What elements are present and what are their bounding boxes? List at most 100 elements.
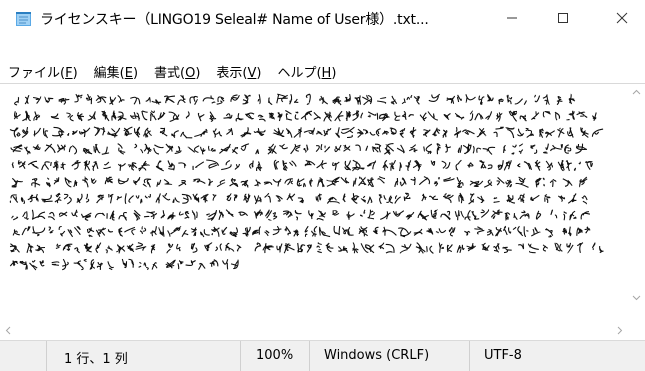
garbled-glyph bbox=[185, 260, 196, 266]
garbled-glyph bbox=[41, 161, 52, 171]
garbled-glyph bbox=[454, 210, 461, 221]
garbled-glyph bbox=[462, 129, 475, 135]
garbled-glyph bbox=[32, 226, 46, 237]
menu-format[interactable]: 書式(O) bbox=[146, 62, 208, 81]
garbled-glyph bbox=[206, 159, 220, 169]
garbled-glyph bbox=[469, 180, 484, 188]
garbled-glyph bbox=[226, 193, 232, 202]
garbled-glyph bbox=[556, 96, 563, 106]
garbled-glyph bbox=[585, 160, 594, 171]
garbled-glyph bbox=[462, 143, 472, 155]
scroll-down-arrow-icon[interactable] bbox=[628, 289, 645, 311]
garbled-glyph bbox=[527, 243, 539, 254]
garbled-glyph bbox=[230, 259, 239, 270]
menu-help[interactable]: ヘルプ(H) bbox=[269, 62, 344, 81]
garbled-glyph bbox=[67, 229, 74, 238]
garbled-glyph bbox=[50, 113, 59, 120]
garbled-glyph bbox=[513, 213, 518, 221]
garbled-glyph bbox=[128, 258, 135, 268]
garbled-glyph bbox=[448, 226, 456, 237]
garbled-glyph bbox=[277, 112, 283, 122]
garbled-glyph bbox=[342, 193, 346, 203]
garbled-glyph bbox=[156, 179, 162, 187]
horizontal-scrollbar[interactable] bbox=[0, 322, 645, 339]
garbled-glyph bbox=[550, 144, 563, 152]
garbled-glyph bbox=[530, 144, 538, 154]
garbled-glyph bbox=[242, 94, 251, 105]
garbled-glyph bbox=[249, 160, 254, 169]
garbled-glyph bbox=[316, 160, 327, 170]
garbled-glyph bbox=[103, 161, 111, 170]
garbled-glyph bbox=[10, 144, 23, 153]
menu-file[interactable]: ファイル(F) bbox=[0, 62, 86, 81]
garbled-glyph bbox=[290, 143, 301, 155]
garbled-glyph bbox=[427, 111, 438, 121]
scroll-up-arrow-icon[interactable] bbox=[628, 84, 645, 106]
garbled-glyph bbox=[52, 126, 65, 138]
garbled-glyph bbox=[359, 209, 366, 217]
garbled-glyph bbox=[58, 225, 66, 237]
garbled-glyph bbox=[334, 110, 344, 122]
garbled-glyph bbox=[464, 230, 471, 236]
garbled-glyph bbox=[297, 197, 304, 204]
garbled-text-content[interactable] bbox=[8, 88, 623, 288]
minimize-button[interactable] bbox=[489, 0, 535, 36]
garbled-glyph bbox=[515, 176, 529, 188]
garbled-glyph bbox=[576, 227, 583, 236]
garbled-glyph bbox=[531, 111, 540, 121]
maximize-button[interactable] bbox=[540, 0, 586, 36]
garbled-glyph bbox=[231, 146, 239, 155]
garbled-glyph bbox=[191, 209, 198, 220]
window-title: ライセンスキー（LINGO19 Seleal# Name of User様）.t… bbox=[40, 12, 429, 28]
garbled-glyph bbox=[242, 226, 251, 237]
garbled-glyph bbox=[516, 128, 525, 137]
garbled-glyph bbox=[171, 130, 179, 139]
garbled-glyph bbox=[255, 149, 260, 155]
close-button[interactable] bbox=[599, 0, 645, 36]
garbled-glyph bbox=[453, 127, 462, 138]
garbled-glyph bbox=[9, 194, 19, 203]
garbled-glyph bbox=[334, 144, 342, 153]
garbled-glyph bbox=[95, 242, 102, 254]
garbled-glyph bbox=[176, 243, 181, 252]
garbled-glyph bbox=[153, 144, 164, 155]
menu-view[interactable]: 表示(V) bbox=[208, 62, 269, 81]
garbled-glyph bbox=[403, 192, 411, 202]
garbled-glyph bbox=[436, 143, 441, 155]
garbled-glyph bbox=[382, 159, 389, 171]
garbled-glyph bbox=[284, 178, 294, 186]
vertical-scrollbar[interactable] bbox=[628, 84, 645, 306]
garbled-glyph bbox=[426, 227, 434, 235]
title-bar[interactable]: ライセンスキー（LINGO19 Seleal# Name of User様）.t… bbox=[0, 0, 645, 36]
garbled-glyph bbox=[96, 194, 105, 204]
menu-edit[interactable]: 編集(E) bbox=[86, 62, 146, 81]
garbled-glyph bbox=[58, 97, 70, 105]
garbled-glyph bbox=[22, 211, 29, 220]
garbled-glyph bbox=[285, 128, 293, 138]
garbled-glyph bbox=[318, 226, 331, 238]
garbled-glyph bbox=[91, 160, 99, 172]
garbled-glyph bbox=[332, 96, 342, 106]
garbled-glyph bbox=[212, 128, 223, 138]
garbled-glyph bbox=[398, 227, 412, 238]
garbled-glyph bbox=[332, 209, 340, 216]
garbled-glyph bbox=[165, 259, 176, 269]
garbled-glyph bbox=[212, 194, 217, 201]
garbled-glyph bbox=[542, 177, 546, 187]
garbled-glyph bbox=[493, 243, 500, 253]
garbled-glyph bbox=[167, 212, 176, 221]
garbled-glyph bbox=[178, 211, 190, 219]
garbled-glyph bbox=[367, 111, 379, 120]
garbled-glyph bbox=[545, 160, 553, 171]
garbled-glyph bbox=[498, 98, 504, 105]
garbled-glyph bbox=[264, 230, 270, 237]
garbled-glyph bbox=[337, 245, 349, 253]
garbled-glyph bbox=[428, 195, 439, 201]
text-editor[interactable] bbox=[0, 83, 645, 323]
garbled-glyph bbox=[460, 209, 471, 221]
garbled-glyph bbox=[138, 160, 150, 172]
garbled-glyph bbox=[401, 98, 407, 105]
garbled-glyph bbox=[415, 242, 426, 254]
garbled-glyph bbox=[225, 242, 235, 252]
garbled-glyph bbox=[534, 159, 541, 171]
